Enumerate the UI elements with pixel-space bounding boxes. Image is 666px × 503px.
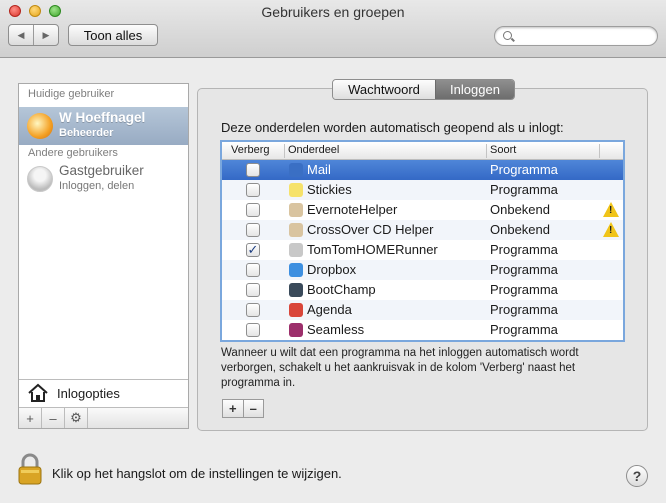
item-name: TomTomHOMERunner <box>307 242 438 257</box>
item-kind: Programma <box>490 322 558 337</box>
tomtom-icon <box>289 243 303 257</box>
bootchamp-icon <box>289 283 303 297</box>
dropbox-icon <box>289 263 303 277</box>
item-kind: Programma <box>490 162 558 177</box>
users-sidebar: Huidige gebruiker W Hoeffnagel Beheerder… <box>18 83 189 429</box>
guest-role: Inloggen, delen <box>59 180 135 192</box>
tab-bar: Wachtwoord Inloggen <box>332 79 515 100</box>
guest-name: Gastgebruiker <box>59 163 144 178</box>
user-name: W Hoeffnagel <box>59 110 146 125</box>
item-kind: Programma <box>490 182 558 197</box>
sidebar-item-guest-user[interactable]: Gastgebruiker Inloggen, delen <box>19 160 188 198</box>
login-options-item[interactable]: Inlogopties <box>19 379 188 407</box>
hide-checkbox[interactable] <box>246 323 260 337</box>
table-row[interactable]: Mail Programma <box>222 160 623 180</box>
login-items-intro: Deze onderdelen worden automatisch geope… <box>221 120 564 135</box>
gear-icon[interactable]: ⚙ <box>65 408 88 428</box>
search-icon <box>503 31 512 40</box>
remove-login-item-button[interactable]: – <box>242 400 264 417</box>
item-name: BootChamp <box>307 282 376 297</box>
help-button[interactable]: ? <box>626 465 648 487</box>
add-login-item-button[interactable]: + <box>223 400 243 417</box>
item-name: CrossOver CD Helper <box>307 222 434 237</box>
title-bar: Gebruikers en groepen ◀ ▶ Toon alles <box>0 0 666 58</box>
table-row[interactable]: Dropbox Programma <box>222 260 623 280</box>
other-users-header: Andere gebruikers <box>28 147 118 159</box>
item-kind: Programma <box>490 282 558 297</box>
tab-password[interactable]: Wachtwoord <box>333 80 435 99</box>
item-name: Seamless <box>307 322 365 337</box>
table-row[interactable]: Stickies Programma <box>222 180 623 200</box>
table-row[interactable]: ✓ TomTomHOMERunner Programma <box>222 240 623 260</box>
item-name: Stickies <box>307 182 352 197</box>
sidebar-toolbar: + – ⚙ <box>19 407 188 428</box>
table-row[interactable]: Agenda Programma <box>222 300 623 320</box>
seamless-icon <box>289 323 303 337</box>
table-header: Verberg Onderdeel Soort <box>222 142 623 160</box>
item-name: Agenda <box>307 302 352 317</box>
hide-checkbox-note: Wanneer u wilt dat een programma na het … <box>221 347 579 389</box>
calendar-icon <box>289 303 303 317</box>
house-icon <box>28 383 48 402</box>
document-icon <box>289 223 303 237</box>
lock-message: Klik op het hangslot om de instellingen … <box>52 466 342 481</box>
hide-checkbox[interactable]: ✓ <box>246 243 260 257</box>
login-options-label: Inlogopties <box>57 386 120 401</box>
column-header-hide[interactable]: Verberg <box>231 144 270 156</box>
column-divider <box>599 144 600 158</box>
item-kind: Onbekend <box>490 222 550 237</box>
column-header-kind[interactable]: Soort <box>490 144 516 156</box>
column-divider <box>486 144 487 158</box>
hide-checkbox[interactable] <box>246 263 260 277</box>
hide-checkbox[interactable] <box>246 303 260 317</box>
warning-icon <box>603 202 619 217</box>
add-user-button[interactable]: + <box>19 408 42 428</box>
item-name: Mail <box>307 162 331 177</box>
show-all-button[interactable]: Toon alles <box>68 24 158 46</box>
tab-login-items[interactable]: Inloggen <box>435 80 514 99</box>
item-kind: Programma <box>490 262 558 277</box>
hide-checkbox[interactable] <box>246 223 260 237</box>
item-kind: Programma <box>490 302 558 317</box>
window-title: Gebruikers en groepen <box>261 4 405 20</box>
sidebar-item-current-user[interactable]: W Hoeffnagel Beheerder <box>19 107 188 145</box>
guest-avatar <box>27 166 53 192</box>
lock-icon[interactable] <box>17 452 43 486</box>
back-icon[interactable]: ◀ <box>9 25 33 45</box>
column-header-item[interactable]: Onderdeel <box>288 144 339 156</box>
login-items-table: Verberg Onderdeel Soort Mail Programma Sti… <box>220 140 625 342</box>
table-row[interactable]: CrossOver CD Helper Onbekend <box>222 220 623 240</box>
item-kind: Programma <box>490 242 558 257</box>
forward-icon[interactable]: ▶ <box>33 25 58 45</box>
warning-icon <box>603 222 619 237</box>
table-row[interactable]: BootChamp Programma <box>222 280 623 300</box>
current-user-header: Huidige gebruiker <box>28 88 115 100</box>
hide-checkbox[interactable] <box>246 203 260 217</box>
document-icon <box>289 203 303 217</box>
login-items-add-remove: + – <box>222 399 264 418</box>
item-kind: Onbekend <box>490 202 550 217</box>
mail-icon <box>289 163 303 177</box>
hide-checkbox[interactable] <box>246 283 260 297</box>
item-name: Dropbox <box>307 262 357 277</box>
column-divider <box>284 144 285 158</box>
item-name: EvernoteHelper <box>307 202 398 217</box>
search-field[interactable] <box>494 26 658 46</box>
table-row[interactable]: Seamless Programma <box>222 320 623 340</box>
hide-checkbox[interactable] <box>246 163 260 177</box>
table-row[interactable]: EvernoteHelper Onbekend <box>222 200 623 220</box>
user-avatar <box>27 113 53 139</box>
stickies-icon <box>289 183 303 197</box>
remove-user-button[interactable]: – <box>42 408 65 428</box>
user-role: Beheerder <box>59 127 114 139</box>
hide-checkbox[interactable] <box>246 183 260 197</box>
back-forward-control: ◀ ▶ <box>8 24 59 46</box>
